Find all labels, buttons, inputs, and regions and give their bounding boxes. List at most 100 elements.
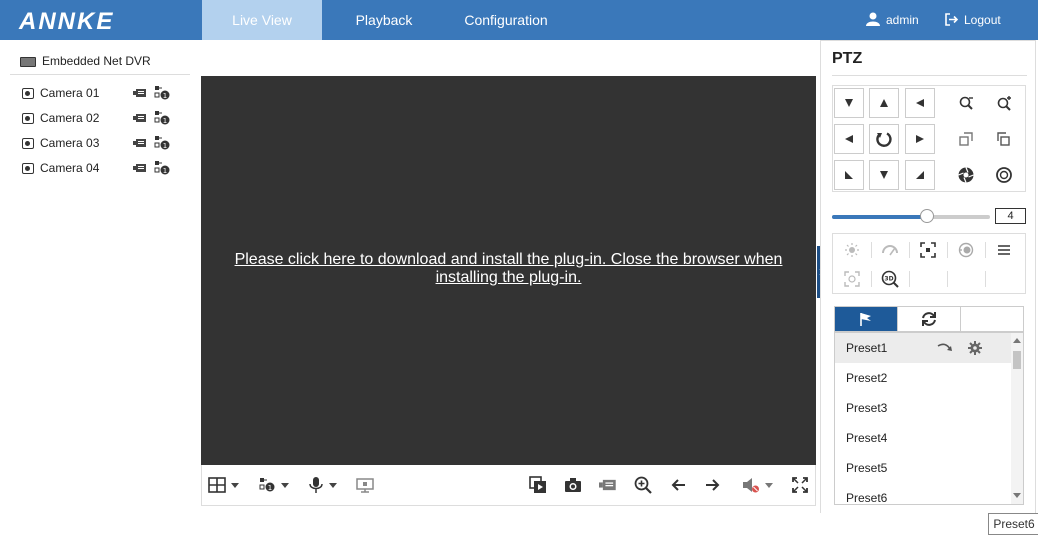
device-title[interactable]: Embedded Net DVR — [20, 54, 151, 68]
audio-talk-button[interactable] — [308, 475, 337, 495]
camera-item-01[interactable]: Camera 01 1 — [22, 84, 182, 104]
pan-up-right-button[interactable] — [905, 88, 935, 118]
light-button[interactable] — [834, 237, 870, 263]
chevron-down-icon — [329, 482, 337, 488]
pan-up-left-button[interactable] — [834, 88, 864, 118]
focus-near-button[interactable] — [951, 124, 981, 154]
capture-button[interactable] — [564, 475, 582, 495]
stream-type-icon[interactable]: 1 — [154, 135, 170, 151]
digital-zoom-screen-button[interactable] — [356, 475, 374, 495]
stream-type-icon[interactable]: 1 — [154, 110, 170, 126]
preset-item[interactable]: Preset2 — [835, 363, 1013, 393]
tab-patrol[interactable] — [898, 307, 961, 331]
next-page-button[interactable] — [705, 475, 721, 495]
record-icon[interactable] — [133, 113, 147, 123]
preset-scrollbar[interactable] — [1011, 333, 1023, 504]
preset-item[interactable]: Preset4 — [835, 423, 1013, 453]
tab-preset[interactable] — [835, 307, 898, 331]
stream-type-icon[interactable]: 1 — [154, 160, 170, 176]
scroll-down-icon[interactable] — [1013, 493, 1021, 498]
username: admin — [886, 13, 919, 27]
arrow-down-right-icon — [916, 171, 924, 179]
divider — [832, 75, 1027, 76]
scroll-up-icon[interactable] — [1013, 338, 1021, 343]
ptz-title: PTZ — [832, 50, 863, 67]
arrow-up-left-icon — [845, 99, 853, 107]
patrol-cycle-icon — [922, 312, 936, 326]
tab-label: Playback — [355, 12, 413, 28]
gear-icon[interactable] — [968, 341, 982, 355]
zoom-in-button[interactable] — [989, 88, 1019, 118]
lens-init-icon — [958, 242, 974, 258]
arrow-left-icon — [845, 135, 853, 143]
preset-tabs — [834, 306, 1024, 332]
slider-handle[interactable] — [919, 209, 934, 223]
camera-icon — [22, 138, 34, 149]
auto-scan-button[interactable] — [869, 124, 899, 154]
device-title-label: Embedded Net DVR — [42, 54, 151, 68]
wiper-button[interactable] — [872, 237, 908, 263]
iris-close-icon — [996, 167, 1012, 183]
camera-item-03[interactable]: Camera 03 1 — [22, 134, 182, 154]
lens-initialization-button[interactable] — [948, 237, 984, 263]
pan-down-left-button[interactable] — [834, 160, 864, 190]
camera-item-04[interactable]: Camera 04 1 — [22, 159, 182, 179]
tab-label: Live View — [232, 12, 292, 28]
window-layout-button[interactable] — [208, 475, 239, 495]
stream-select-button[interactable]: 1 — [258, 475, 289, 495]
call-preset-icon[interactable] — [937, 342, 953, 354]
tab-playback[interactable]: Playback — [330, 0, 438, 40]
preset-item[interactable]: Preset1 — [835, 333, 1013, 363]
preset-item[interactable]: Preset3 — [835, 393, 1013, 423]
focus-far-button[interactable] — [989, 124, 1019, 154]
auxiliary-focus-button[interactable] — [910, 237, 946, 263]
preset-label: Preset4 — [846, 431, 888, 445]
pan-right-button[interactable] — [905, 124, 935, 154]
3d-positioning-button[interactable]: 3D — [872, 266, 908, 292]
full-screen-button[interactable] — [792, 475, 808, 495]
arrow-up-icon — [880, 99, 888, 107]
volume-button[interactable] — [742, 475, 773, 495]
record-button[interactable] — [599, 475, 617, 495]
pan-up-button[interactable] — [869, 88, 899, 118]
tab-pattern[interactable] — [961, 307, 1024, 331]
more-functions-button[interactable] — [986, 237, 1022, 263]
logout-button[interactable]: Logout — [945, 0, 1001, 40]
iris-open-button[interactable] — [951, 160, 981, 190]
scroll-thumb[interactable] — [1013, 351, 1021, 369]
zoom-out-button[interactable] — [951, 88, 981, 118]
plugin-download-link[interactable]: Please click here to download and instal… — [201, 251, 816, 287]
record-icon[interactable] — [133, 88, 147, 98]
start-all-live-view-button[interactable] — [529, 475, 547, 495]
iris-close-button[interactable] — [989, 160, 1019, 190]
refresh-icon — [876, 132, 892, 147]
record-icon — [599, 479, 616, 491]
tab-configuration[interactable]: Configuration — [448, 0, 564, 40]
ptz-speed-slider[interactable] — [832, 209, 990, 223]
tab-live-view[interactable]: Live View — [202, 0, 322, 40]
pan-down-button[interactable] — [869, 160, 899, 190]
preset-item[interactable]: Preset6 — [835, 483, 1013, 504]
record-icon[interactable] — [133, 138, 147, 148]
video-viewport[interactable]: Please click here to download and instal… — [201, 76, 816, 465]
digital-zoom-button[interactable] — [634, 475, 652, 495]
logout-icon — [945, 13, 959, 26]
monitor-icon — [356, 478, 374, 493]
manual-tracking-button[interactable] — [834, 266, 870, 292]
arrow-right-icon — [916, 135, 924, 143]
annke-logo: ANNKE — [19, 8, 115, 35]
user-account[interactable]: admin — [866, 0, 919, 40]
previous-page-button[interactable] — [670, 475, 686, 495]
svg-text:3D: 3D — [884, 276, 893, 283]
pan-left-button[interactable] — [834, 124, 864, 154]
record-icon[interactable] — [133, 163, 147, 173]
pan-down-right-button[interactable] — [905, 160, 935, 190]
divider — [947, 271, 948, 287]
camera-item-02[interactable]: Camera 02 1 — [22, 109, 182, 129]
camera-label: Camera 02 — [40, 111, 100, 125]
preset-item[interactable]: Preset5 — [835, 453, 1013, 483]
stream-type-icon[interactable]: 1 — [154, 85, 170, 101]
menu-icon — [998, 245, 1010, 255]
play-all-icon — [529, 476, 546, 493]
preset-tooltip: Preset6 — [988, 513, 1038, 535]
